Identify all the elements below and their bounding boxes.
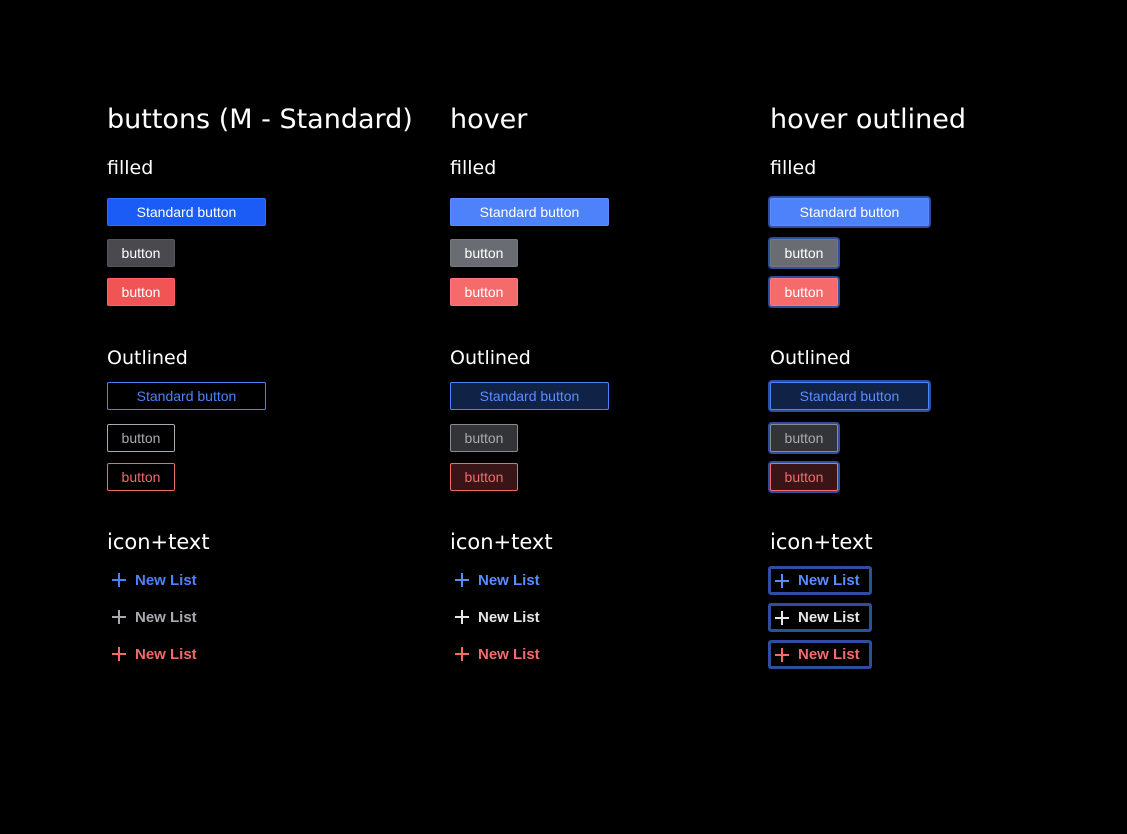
new-list-danger-button[interactable]: New List xyxy=(107,640,207,668)
filled-neutral-button-hover[interactable]: button xyxy=(450,239,518,267)
outlined-neutral-button-hover[interactable]: button xyxy=(450,424,518,452)
filled-standard-button-hover[interactable]: Standard button xyxy=(450,198,609,226)
section-label-icon-text: icon+text xyxy=(450,530,553,554)
filled-danger-button-focus[interactable]: button xyxy=(770,278,838,306)
section-label-outlined: Outlined xyxy=(450,347,531,369)
section-label-icon-text: icon+text xyxy=(107,530,210,554)
section-label-outlined: Outlined xyxy=(107,347,188,369)
new-list-primary-button-focus[interactable]: New List xyxy=(768,566,872,595)
filled-standard-button-focus[interactable]: Standard button xyxy=(770,198,929,226)
new-list-label: New List xyxy=(478,608,540,626)
outlined-standard-button-hover[interactable]: Standard button xyxy=(450,382,609,410)
plus-icon xyxy=(775,610,789,625)
filled-danger-button-hover[interactable]: button xyxy=(450,278,518,306)
section-label-icon-text: icon+text xyxy=(770,530,873,554)
plus-icon xyxy=(775,647,789,662)
filled-standard-button[interactable]: Standard button xyxy=(107,198,266,226)
plus-icon xyxy=(455,610,469,624)
new-list-neutral-button-focus[interactable]: New List xyxy=(768,603,872,632)
column-title: buttons (M - Standard) xyxy=(107,104,413,135)
column-hover-outlined: hover outlined filled Standard button bu… xyxy=(768,0,1090,834)
outlined-danger-button-hover[interactable]: button xyxy=(450,463,518,491)
outlined-neutral-button-focus[interactable]: button xyxy=(770,424,838,452)
new-list-label: New List xyxy=(135,608,197,626)
column-hover: hover filled Standard button button butt… xyxy=(450,0,770,834)
new-list-neutral-button[interactable]: New List xyxy=(107,603,207,631)
outlined-standard-button-focus[interactable]: Standard button xyxy=(770,382,929,410)
outlined-standard-button[interactable]: Standard button xyxy=(107,382,266,410)
new-list-primary-button[interactable]: New List xyxy=(107,566,207,594)
section-label-outlined: Outlined xyxy=(770,347,851,369)
new-list-label: New List xyxy=(478,571,540,589)
new-list-primary-button-hover[interactable]: New List xyxy=(450,566,550,594)
plus-icon xyxy=(455,573,469,587)
new-list-neutral-button-hover[interactable]: New List xyxy=(450,603,550,631)
filled-danger-button[interactable]: button xyxy=(107,278,175,306)
new-list-danger-button-focus[interactable]: New List xyxy=(768,640,872,669)
plus-icon xyxy=(112,610,126,624)
section-label-filled: filled xyxy=(770,157,817,179)
new-list-label: New List xyxy=(478,645,540,663)
outlined-neutral-button[interactable]: button xyxy=(107,424,175,452)
plus-icon xyxy=(112,573,126,587)
column-default: buttons (M - Standard) filled Standard b… xyxy=(107,0,427,834)
outlined-danger-button-focus[interactable]: button xyxy=(770,463,838,491)
new-list-label: New List xyxy=(798,572,860,589)
plus-icon xyxy=(775,573,789,588)
plus-icon xyxy=(112,647,126,661)
filled-neutral-button[interactable]: button xyxy=(107,239,175,267)
column-title: hover outlined xyxy=(770,104,966,135)
new-list-label: New List xyxy=(135,571,197,589)
new-list-danger-button-hover[interactable]: New List xyxy=(450,640,550,668)
section-label-filled: filled xyxy=(450,157,497,179)
outlined-danger-button[interactable]: button xyxy=(107,463,175,491)
filled-neutral-button-focus[interactable]: button xyxy=(770,239,838,267)
section-label-filled: filled xyxy=(107,157,154,179)
plus-icon xyxy=(455,647,469,661)
new-list-label: New List xyxy=(135,645,197,663)
new-list-label: New List xyxy=(798,609,860,626)
new-list-label: New List xyxy=(798,646,860,663)
column-title: hover xyxy=(450,104,528,135)
